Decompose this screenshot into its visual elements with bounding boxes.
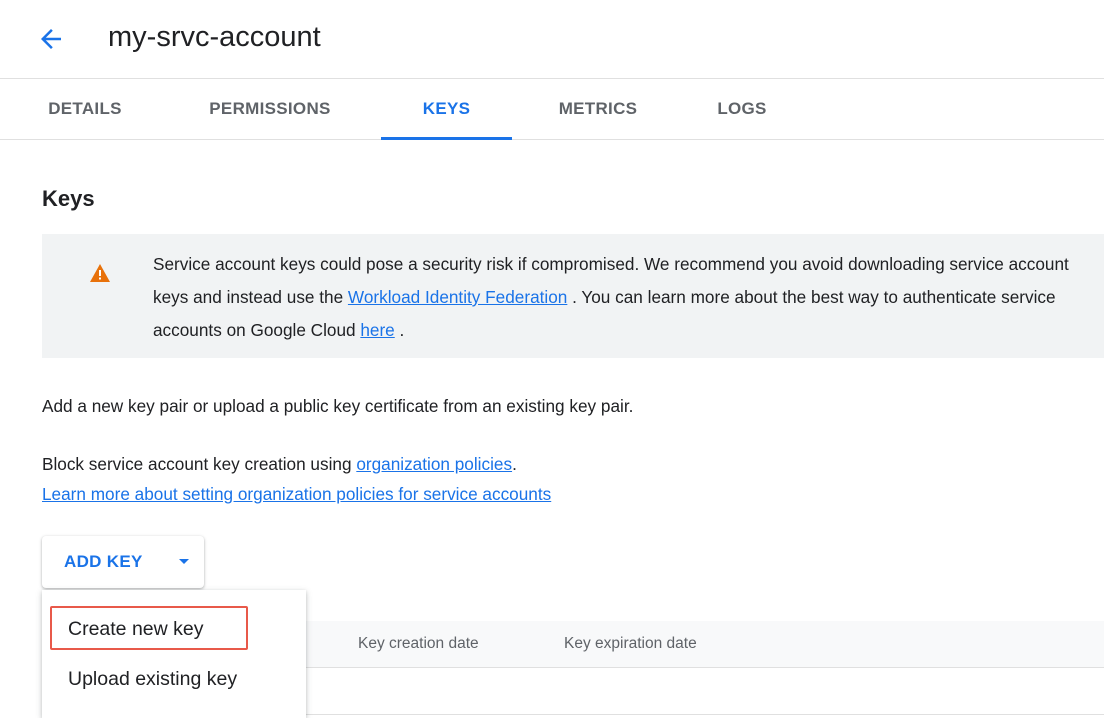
learn-more-org-policies-link[interactable]: Learn more about setting organization po…	[42, 484, 551, 504]
add-key-menu: Create new key Upload existing key	[42, 590, 306, 718]
learn-more-row: Learn more about setting organization po…	[42, 484, 551, 505]
warning-banner: Service account keys could pose a securi…	[42, 234, 1104, 358]
organization-policies-link[interactable]: organization policies	[356, 454, 512, 474]
block-text-end: .	[512, 454, 517, 474]
add-key-button[interactable]: ADD KEY	[42, 536, 204, 588]
section-title: Keys	[42, 186, 95, 211]
workload-identity-federation-link[interactable]: Workload Identity Federation	[348, 287, 567, 307]
caret-down-icon	[179, 559, 189, 564]
warning-text: Service account keys could pose a securi…	[153, 248, 1083, 347]
column-key-expiration-date: Key expiration date	[564, 635, 697, 652]
tab-metrics[interactable]: METRICS	[543, 79, 653, 139]
arrow-back-icon[interactable]	[36, 24, 66, 54]
block-text: Block service account key creation using	[42, 454, 357, 474]
active-tab-indicator	[381, 137, 512, 140]
add-key-description: Add a new key pair or upload a public ke…	[42, 396, 634, 416]
page-title: my-srvc-account	[108, 21, 321, 53]
warning-text-part-3: .	[394, 320, 405, 340]
tab-keys[interactable]: KEYS	[381, 79, 512, 140]
menu-item-create-new-key[interactable]: Create new key	[68, 618, 203, 641]
menu-item-upload-existing-key[interactable]: Upload existing key	[68, 668, 237, 691]
column-key-creation-date: Key creation date	[358, 635, 479, 652]
table-divider	[306, 714, 1104, 715]
tab-details[interactable]: DETAILS	[37, 79, 133, 139]
keys-table-header: Key creation date Key expiration date	[306, 621, 1104, 668]
tab-bar: DETAILS PERMISSIONS KEYS METRICS LOGS	[0, 79, 1104, 140]
warning-icon	[90, 264, 110, 282]
top-bar: my-srvc-account	[0, 0, 1104, 79]
here-link[interactable]: here	[360, 320, 394, 340]
block-key-creation-text: Block service account key creation using…	[42, 454, 517, 475]
tab-keys-label: KEYS	[422, 99, 471, 118]
tab-permissions[interactable]: PERMISSIONS	[190, 79, 350, 139]
tab-logs[interactable]: LOGS	[706, 79, 778, 139]
add-key-label: ADD KEY	[64, 552, 143, 571]
